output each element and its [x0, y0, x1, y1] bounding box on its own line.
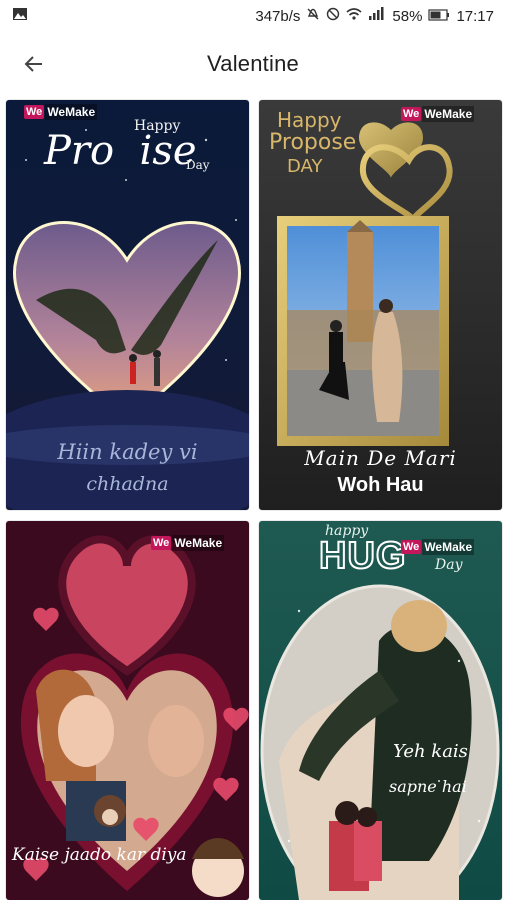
status-bar: 347b/s 58% 17:17 [0, 0, 506, 32]
dnd-icon [326, 7, 340, 25]
headline-line1: Happy [277, 108, 342, 132]
app-bar: Valentine [0, 32, 506, 96]
watermark: We WeMake [401, 539, 475, 555]
caption-line2: Woh Hau [337, 474, 424, 496]
watermark: We WeMake [401, 106, 475, 122]
headline-big: HUG [318, 534, 407, 578]
headline-line2: Propose [269, 130, 357, 155]
watermark-badge: We [151, 536, 172, 550]
battery-percent: 58% [392, 7, 423, 25]
watermark-badge: We [24, 105, 45, 119]
watermark: We WeMake [151, 535, 225, 551]
caption-line2: chhadna [86, 473, 169, 495]
template-grid: We WeMake Happy Pro ise Day Hiin kadey v… [0, 96, 506, 900]
mute-icon [306, 7, 320, 25]
wifi-icon [346, 7, 362, 25]
image-icon [12, 7, 28, 25]
headline-big: Pro ise [44, 128, 197, 174]
watermark-badge: We [401, 540, 422, 554]
template-card-hug-day[interactable]: happy HUG Day We WeMake Yeh kais sapne h… [259, 521, 502, 900]
signal-icon [368, 7, 386, 25]
template-card-promise-day[interactable]: We WeMake Happy Pro ise Day Hiin kadey v… [6, 100, 249, 510]
watermark: We WeMake [24, 104, 98, 120]
caption-line1: Yeh kais [393, 741, 468, 762]
watermark-text: WeMake [422, 539, 475, 555]
template-card-propose-day[interactable]: We WeMake Happy Propose DAY Main De Mari… [259, 100, 502, 510]
headline-line3: DAY [287, 156, 323, 177]
page-title: Valentine [207, 51, 299, 76]
caption-line1: Kaise jaado kar diya [12, 845, 187, 865]
arrow-left-icon [24, 56, 42, 72]
clock: 17:17 [456, 7, 494, 25]
back-button[interactable] [10, 40, 58, 88]
caption-line1: Main De Mari [304, 446, 457, 470]
watermark-badge: We [401, 107, 422, 121]
kaise-jaado-artwork [6, 521, 249, 900]
watermark-text: WeMake [422, 106, 475, 122]
battery-icon [428, 8, 450, 25]
network-speed: 347b/s [255, 7, 301, 25]
status-right: 347b/s 58% 17:17 [255, 7, 494, 25]
watermark-text: WeMake [45, 104, 98, 120]
watermark-text: WeMake [172, 535, 225, 551]
caption-line1: Hiin kadey vi [57, 440, 198, 464]
headline-small-bottom: Day [435, 557, 463, 573]
caption-line2: sapne hai [389, 777, 467, 796]
template-card-kaise-jaado[interactable]: We WeMake Kaise jaado kar diya [6, 521, 249, 900]
headline-small-bottom: Day [186, 158, 210, 172]
